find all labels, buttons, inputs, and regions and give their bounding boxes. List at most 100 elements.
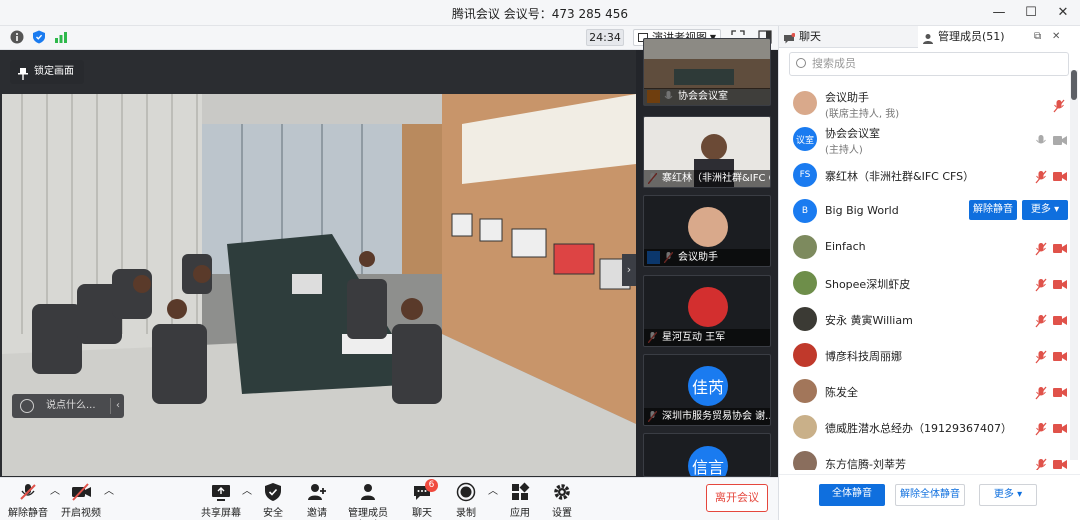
- avatar: FS: [793, 163, 817, 187]
- settings-button[interactable]: 设置: [548, 482, 576, 519]
- mic-muted-icon[interactable]: [1035, 422, 1047, 436]
- close-icon[interactable]: ✕: [1052, 26, 1060, 48]
- camera-off-icon[interactable]: [1053, 315, 1067, 326]
- camera-off-icon[interactable]: [1053, 423, 1067, 434]
- thumbnail-tile[interactable]: 协会会议室: [643, 38, 771, 106]
- emoji-icon[interactable]: [20, 399, 34, 413]
- scrollbar-thumb[interactable]: [1071, 70, 1077, 100]
- chevron-left-icon[interactable]: ‹: [116, 394, 120, 418]
- title-bar: 腾讯会议 会议号：473 285 456 — ☐ ✕: [0, 0, 1080, 26]
- panel-tabs: 聊天 管理成员(51) ⧉ ✕: [779, 26, 1080, 48]
- tab-members[interactable]: 管理成员(51) ⧉ ✕: [918, 26, 1080, 48]
- minimize-button[interactable]: —: [990, 3, 1008, 21]
- camera-icon[interactable]: [1053, 135, 1067, 146]
- list-item[interactable]: FS 寨红林（非洲社群&IFC CFS）: [779, 158, 1069, 194]
- thumbnail-tile[interactable]: 信言: [643, 433, 771, 477]
- close-button[interactable]: ✕: [1054, 3, 1072, 21]
- camera-off-icon[interactable]: [1053, 171, 1067, 182]
- manage-members-button[interactable]: 管理成员(51): [340, 482, 396, 520]
- member-name: 东方信腾-刘莘芳: [825, 458, 906, 470]
- more-member-button[interactable]: 更多 ▾: [1022, 200, 1068, 220]
- main-video-stage: 锁定画面 说点什么... ‹ ›: [0, 50, 636, 477]
- more-options-label: 更多: [993, 489, 1014, 500]
- chevron-up-icon[interactable]: ︿: [50, 482, 60, 497]
- mic-muted-icon[interactable]: [1035, 314, 1047, 328]
- thumbnail-tile[interactable]: 佳芮 深圳市服务贸易协会 谢...: [643, 354, 771, 426]
- meeting-timer: 24:34: [586, 29, 624, 46]
- mic-muted-icon[interactable]: [1053, 99, 1067, 113]
- invite-button[interactable]: 邀请: [302, 482, 332, 519]
- list-item[interactable]: 安永 黄寅William: [779, 302, 1069, 338]
- record-icon: [452, 482, 480, 502]
- chat-quick-input[interactable]: 说点什么... ‹: [12, 394, 124, 418]
- speaker-video: [2, 94, 636, 476]
- mute-all-button[interactable]: 全体静音: [819, 484, 885, 506]
- bottom-toolbar: 解除静音 ︿ 开启视频 ︿ 共享屏幕 ︿ 安全 邀请 管理成员(51) 6 聊天…: [0, 477, 778, 520]
- list-item[interactable]: 东方信腾-刘莘芳: [779, 446, 1069, 470]
- apps-button[interactable]: 应用: [506, 482, 534, 519]
- camera-off-icon[interactable]: [1053, 351, 1067, 362]
- list-item[interactable]: 陈发全: [779, 374, 1069, 410]
- shield-icon[interactable]: [32, 30, 46, 44]
- thumbnail-label: 寨红林（非洲社群&IFC CFS）: [644, 170, 770, 187]
- mic-icon[interactable]: [1035, 134, 1047, 148]
- members-scrollbar[interactable]: [1070, 70, 1078, 460]
- list-item[interactable]: B Big Big World 解除静音 更多 ▾: [779, 194, 1069, 230]
- camera-off-icon[interactable]: [1053, 387, 1067, 398]
- record-button[interactable]: 录制: [452, 482, 480, 519]
- mic-muted-icon[interactable]: [1035, 170, 1047, 184]
- maximize-button[interactable]: ☐: [1022, 3, 1040, 21]
- list-item[interactable]: Shopee深圳虾皮: [779, 266, 1069, 302]
- thumbnail-tile[interactable]: 寨红林（非洲社群&IFC CFS）: [643, 116, 771, 188]
- chevron-up-icon[interactable]: ︿: [242, 482, 252, 497]
- chat-badge: 6: [425, 479, 438, 492]
- info-icon[interactable]: [10, 30, 24, 44]
- mic-muted-icon[interactable]: [1035, 350, 1047, 364]
- chat-quick-placeholder: 说点什么...: [46, 400, 96, 411]
- lock-view-label: 锁定画面: [34, 66, 74, 77]
- list-item[interactable]: 德威胜潜水总经办（19129367407）: [779, 410, 1069, 446]
- popout-icon[interactable]: ⧉: [1034, 26, 1041, 48]
- unmute-all-button[interactable]: 解除全体静音: [895, 484, 965, 506]
- member-role: (联席主持人, 我): [825, 109, 900, 120]
- share-screen-button[interactable]: 共享屏幕: [200, 482, 242, 519]
- lock-view-button[interactable]: 锁定画面: [10, 60, 84, 84]
- apps-label: 应用: [510, 508, 530, 519]
- search-members-input[interactable]: 搜索成员: [789, 52, 1069, 76]
- mic-muted-icon[interactable]: [1035, 458, 1047, 470]
- start-video-button[interactable]: 开启视频: [60, 482, 102, 519]
- avatar: [793, 451, 817, 470]
- members-list: 会议助手 (联席主持人, 我) 议室 协会会议室 (主持人) FS 寨红林（非洲…: [779, 86, 1069, 470]
- avatar: 议室: [793, 127, 817, 151]
- list-item[interactable]: Einfach: [779, 230, 1069, 266]
- mic-muted-icon[interactable]: [1035, 386, 1047, 400]
- tab-chat[interactable]: 聊天: [779, 26, 917, 48]
- thumbnail-tile[interactable]: 星河互动 王军: [643, 275, 771, 347]
- chat-button[interactable]: 6 聊天: [408, 479, 438, 519]
- thumbnail-tile[interactable]: 会议助手: [643, 195, 771, 267]
- mic-muted-icon[interactable]: [1035, 278, 1047, 292]
- list-item[interactable]: 博彦科技周丽娜: [779, 338, 1069, 374]
- camera-off-icon: [60, 482, 102, 502]
- camera-off-icon[interactable]: [1053, 243, 1067, 254]
- avatar: [793, 307, 817, 331]
- list-item[interactable]: 议室 协会会议室 (主持人): [779, 122, 1069, 158]
- window-controls: — ☐ ✕: [990, 3, 1072, 21]
- member-name: 博彦科技周丽娜: [825, 350, 902, 363]
- chevron-up-icon[interactable]: ︿: [488, 482, 498, 497]
- camera-off-icon[interactable]: [1053, 459, 1067, 470]
- signal-icon[interactable]: [54, 30, 68, 44]
- unmute-button[interactable]: 解除静音: [8, 482, 48, 519]
- list-item[interactable]: 会议助手 (联席主持人, 我): [779, 86, 1069, 122]
- collapse-thumbnails-button[interactable]: ›: [622, 254, 636, 286]
- participant-thumbnails: 协会会议室 寨红林（非洲社群&IFC CFS） 会议助手 星河互动 王军 佳芮 …: [636, 38, 778, 477]
- members-icon: [340, 482, 396, 502]
- unmute-member-button[interactable]: 解除静音: [969, 200, 1017, 220]
- member-name: 寨红林（非洲社群&IFC CFS）: [825, 170, 975, 183]
- chevron-up-icon[interactable]: ︿: [104, 482, 114, 497]
- leave-meeting-button[interactable]: 离开会议: [706, 484, 768, 512]
- mic-muted-icon[interactable]: [1035, 242, 1047, 256]
- security-button[interactable]: 安全: [258, 482, 288, 519]
- more-options-button[interactable]: 更多 ▾: [979, 484, 1037, 506]
- camera-off-icon[interactable]: [1053, 279, 1067, 290]
